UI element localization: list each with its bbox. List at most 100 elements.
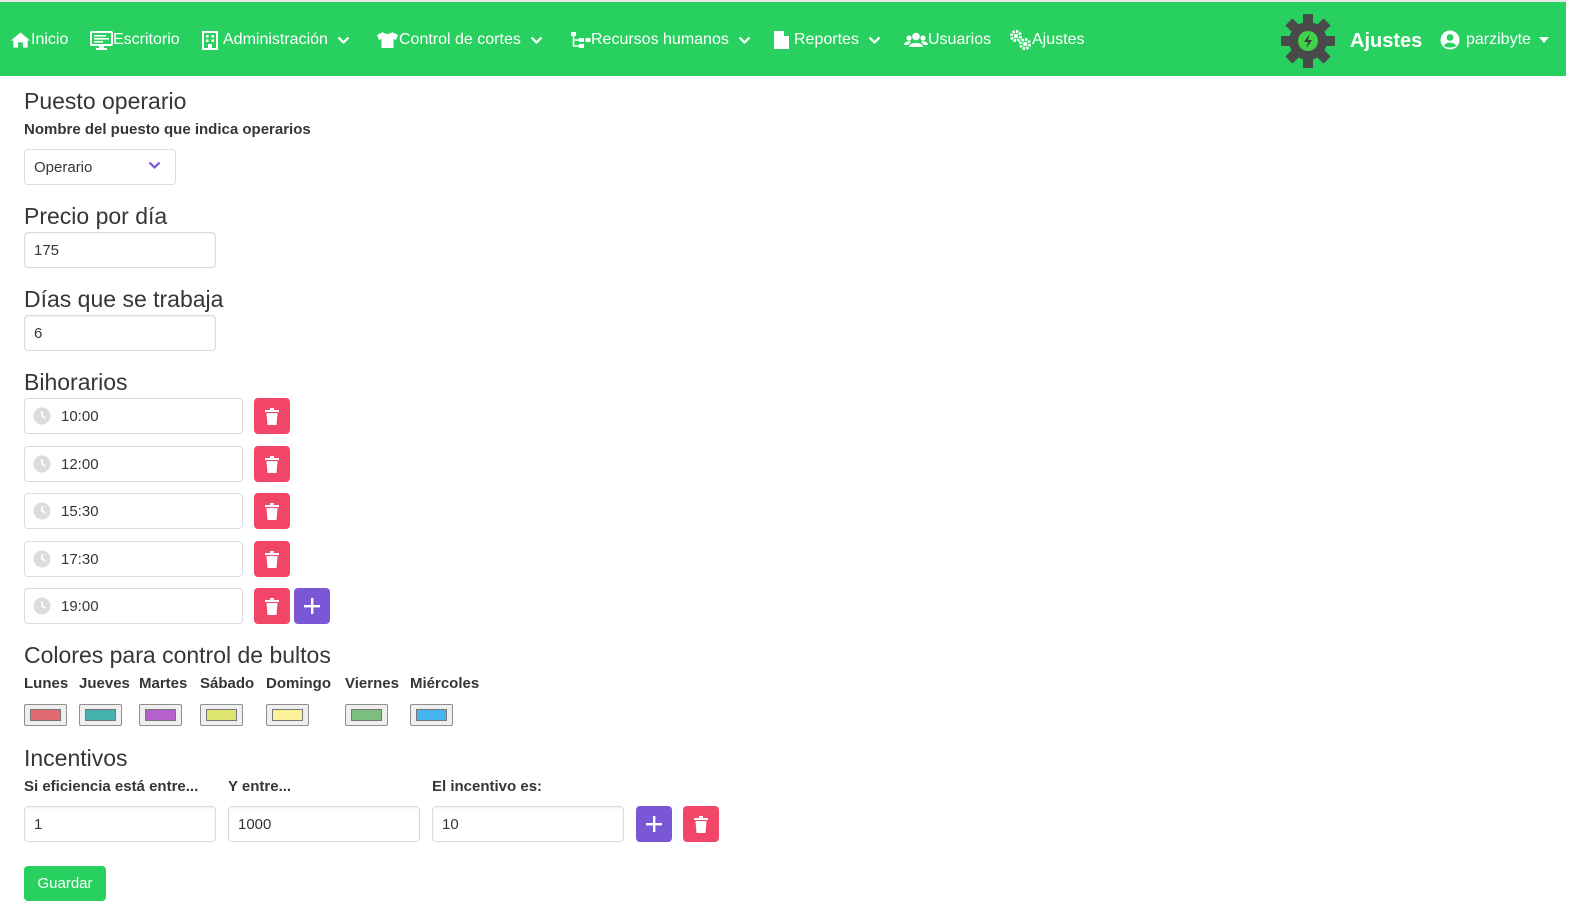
- chevron-down-icon: [738, 36, 751, 44]
- section-title-precio: Precio por día: [24, 203, 168, 229]
- shirt-icon: [377, 32, 398, 48]
- color-swatch: [145, 709, 176, 721]
- building-icon: [202, 30, 218, 50]
- nav-item-label: Reportes: [794, 31, 859, 48]
- delete-time-button[interactable]: [254, 493, 290, 529]
- delete-time-button[interactable]: [254, 446, 290, 482]
- time-field[interactable]: [24, 541, 243, 577]
- nav-item-usuarios[interactable]: Usuarios: [904, 26, 991, 54]
- day-label-martes: Martes: [139, 675, 188, 692]
- nav-item-label: Ajustes: [1032, 31, 1085, 48]
- clock-icon: [33, 502, 51, 520]
- nav-item-label: Control de cortes: [399, 31, 521, 48]
- color-swatch: [272, 709, 303, 721]
- time-input[interactable]: [53, 589, 239, 623]
- trash-icon: [265, 502, 279, 520]
- delete-time-button[interactable]: [254, 588, 290, 624]
- incentivo-value-label: El incentivo es:: [432, 778, 543, 795]
- clock-icon: [33, 550, 51, 568]
- color-picker-miercoles[interactable]: [410, 704, 453, 726]
- brand-title: Ajustes: [1350, 29, 1423, 52]
- time-input[interactable]: [53, 542, 239, 576]
- add-incentivo-button[interactable]: [636, 806, 672, 842]
- nav-item-label: Administración: [223, 31, 328, 48]
- chevron-down-icon: [337, 36, 350, 44]
- color-picker-sabado[interactable]: [200, 704, 243, 726]
- brand: Ajustes: [1280, 12, 1422, 70]
- trash-icon: [265, 597, 279, 615]
- day-label-miercoles: Miércoles: [410, 675, 480, 692]
- save-button[interactable]: Guardar: [24, 866, 106, 901]
- color-swatch: [416, 709, 447, 721]
- color-swatch: [30, 709, 61, 721]
- day-label-viernes: Viernes: [345, 675, 399, 692]
- top-navbar: Inicio Escritorio Administración Control…: [0, 0, 1566, 76]
- add-time-button[interactable]: [294, 588, 330, 624]
- plus-icon: [646, 816, 662, 832]
- delete-incentivo-button[interactable]: [683, 806, 719, 842]
- color-swatch: [85, 709, 116, 721]
- nav-item-ajustes[interactable]: Ajustes: [1009, 26, 1084, 54]
- file-icon: [774, 31, 789, 49]
- nav-item-administracion[interactable]: Administración: [202, 26, 350, 54]
- chevron-down-icon: [868, 36, 881, 44]
- trash-icon: [265, 407, 279, 425]
- time-input[interactable]: [53, 494, 239, 528]
- clock-icon: [33, 597, 51, 615]
- nav-item-escritorio[interactable]: Escritorio: [90, 26, 180, 54]
- nav-item-label: Recursos humanos: [591, 31, 729, 48]
- incentivo-min-label: Si eficiencia está entre...: [24, 778, 199, 795]
- color-swatch: [351, 709, 382, 721]
- delete-time-button[interactable]: [254, 398, 290, 434]
- nav-item-recursos-humanos[interactable]: Recursos humanos: [570, 26, 751, 54]
- color-swatch: [206, 709, 237, 721]
- puesto-select[interactable]: Operario: [24, 149, 176, 185]
- time-input[interactable]: [53, 399, 239, 433]
- nav-item-control-cortes[interactable]: Control de cortes: [376, 26, 543, 54]
- time-field[interactable]: [24, 493, 243, 529]
- clock-icon: [33, 407, 51, 425]
- gear-logo-icon: [1281, 14, 1335, 68]
- section-title-bihorarios: Bihorarios: [24, 369, 128, 395]
- nav-item-inicio[interactable]: Inicio: [10, 26, 68, 54]
- incentivo-min-input[interactable]: [24, 806, 216, 842]
- incentivo-max-label: Y entre...: [228, 778, 292, 795]
- delete-time-button[interactable]: [254, 541, 290, 577]
- nav-item-label: Escritorio: [113, 31, 180, 48]
- nav-item-label: Inicio: [31, 31, 69, 48]
- color-picker-martes[interactable]: [139, 704, 182, 726]
- time-field[interactable]: [24, 446, 243, 482]
- section-title-dias: Días que se trabaja: [24, 286, 224, 312]
- section-title-colores: Colores para control de bultos: [24, 642, 331, 668]
- incentivo-max-input[interactable]: [228, 806, 420, 842]
- time-field[interactable]: [24, 588, 243, 624]
- user-menu[interactable]: parzibyte: [1440, 26, 1549, 54]
- nav-item-reportes[interactable]: Reportes: [773, 26, 881, 54]
- trash-icon: [694, 815, 708, 833]
- trash-icon: [265, 550, 279, 568]
- dias-input[interactable]: [24, 315, 216, 351]
- incentivo-value-input[interactable]: [432, 806, 624, 842]
- color-picker-viernes[interactable]: [345, 704, 388, 726]
- chevron-down-icon: [148, 161, 161, 170]
- clock-icon: [33, 455, 51, 473]
- puesto-selected-value: Operario: [34, 158, 93, 176]
- user-circle-icon: [1440, 30, 1460, 50]
- day-label-domingo: Domingo: [266, 675, 331, 692]
- color-picker-jueves[interactable]: [79, 704, 122, 726]
- day-label-sabado: Sábado: [200, 675, 255, 692]
- precio-input[interactable]: [24, 232, 216, 268]
- color-picker-lunes[interactable]: [24, 704, 67, 726]
- trash-icon: [265, 455, 279, 473]
- nav-item-label: Usuarios: [928, 31, 992, 48]
- time-input[interactable]: [53, 447, 239, 481]
- day-label-lunes: Lunes: [24, 675, 69, 692]
- cogs-icon: [1010, 30, 1031, 50]
- sitemap-icon: [571, 32, 591, 48]
- user-name: parzibyte: [1466, 31, 1531, 48]
- time-field[interactable]: [24, 398, 243, 434]
- color-picker-domingo[interactable]: [266, 704, 309, 726]
- chevron-down-icon: [530, 36, 543, 44]
- home-icon: [10, 32, 31, 48]
- day-label-jueves: Jueves: [79, 675, 130, 692]
